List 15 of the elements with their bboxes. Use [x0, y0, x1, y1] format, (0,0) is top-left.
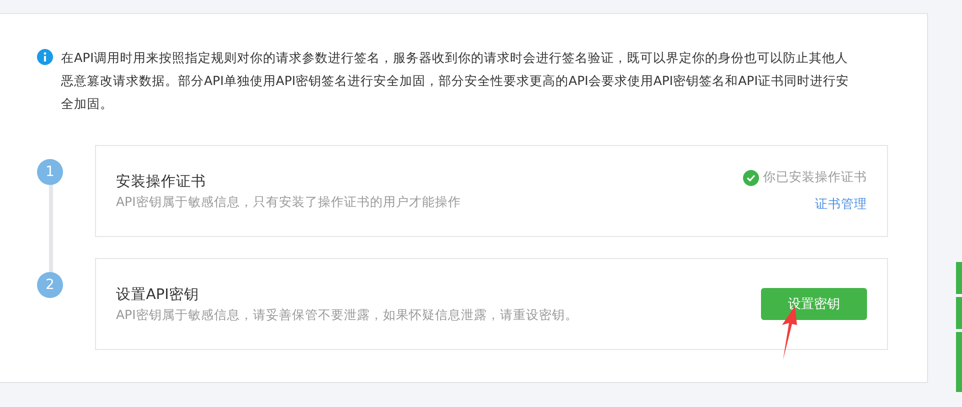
side-tab[interactable]	[956, 332, 962, 392]
check-icon	[743, 170, 759, 186]
step-number: 2	[37, 272, 63, 298]
step-description: API密钥属于敏感信息，只有安装了操作证书的用户才能操作	[116, 194, 461, 210]
info-icon	[37, 49, 53, 65]
step-title: 安装操作证书	[116, 172, 207, 190]
certificate-link[interactable]: 证书管理	[815, 196, 867, 213]
set-key-button[interactable]: 设置密钥	[761, 288, 867, 320]
status-text: 你已安装操作证书	[763, 169, 867, 186]
intro-text: 在API调用时用来按照指定规则对你的请求参数进行签名，服务器收到你的请求时会进行签名验证，既可以界定你的身份也可以防止其他人恶意篡改请求数据。部分API单独使用API密钥签名进行安全加固，部分安全性要求更高的API会要求使用API密钥签名和API证书同时进行安全加固。	[61, 49, 850, 113]
side-tab[interactable]	[956, 297, 962, 329]
side-tab[interactable]	[956, 262, 962, 294]
step-title: 设置API密钥	[116, 286, 200, 304]
step-number: 1	[37, 159, 63, 185]
step-description: API密钥属于敏感信息，请妥善保管不要泄露，如果怀疑信息泄露，请重设密钥。	[116, 306, 578, 324]
